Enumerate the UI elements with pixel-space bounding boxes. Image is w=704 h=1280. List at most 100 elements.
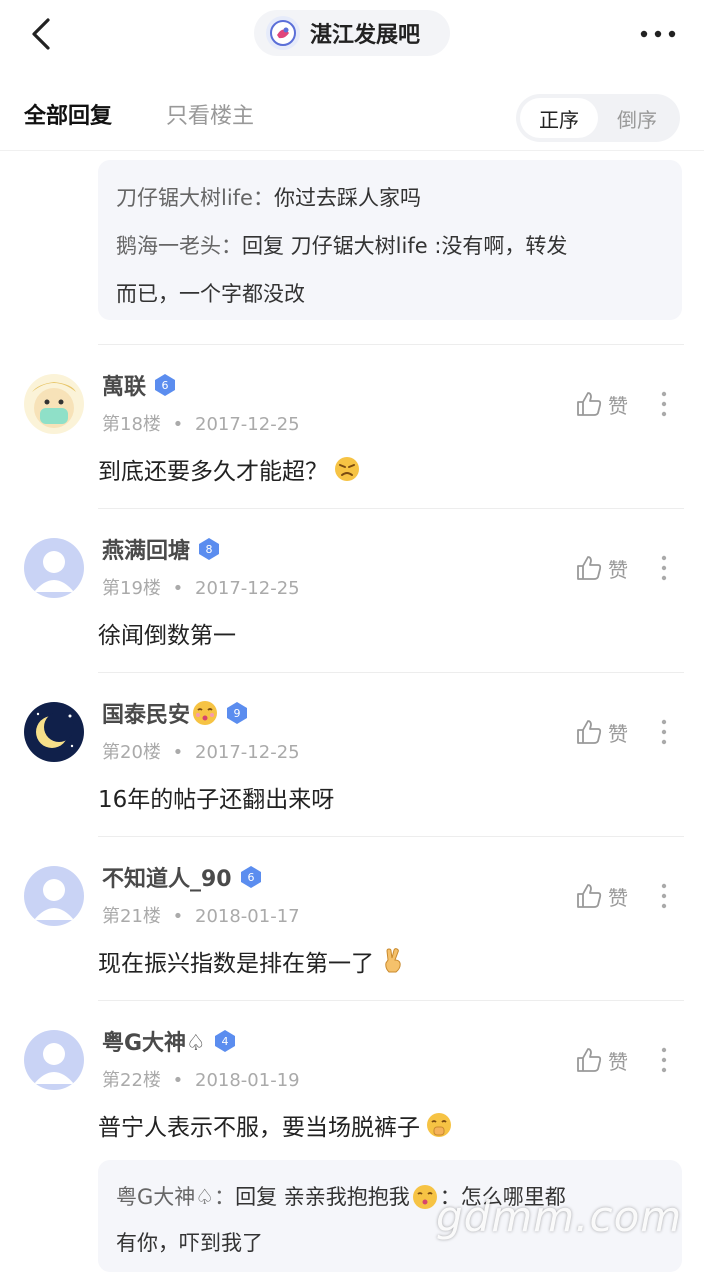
angry-emoji-icon: [335, 457, 359, 481]
comment-meta: 第19楼 • 2017-12-25: [102, 574, 300, 600]
meta-separator: •: [172, 578, 184, 599]
level-badge-icon: 9: [227, 702, 248, 724]
divider: [98, 1000, 684, 1001]
more-dots-icon[interactable]: [636, 16, 680, 52]
meta-separator: •: [172, 742, 184, 763]
like-label: 赞: [608, 721, 628, 746]
nested-reply-line: 而已，一个字都没改: [116, 270, 664, 318]
kiss-emoji-icon: [193, 701, 218, 725]
like-button[interactable]: 赞: [574, 386, 628, 422]
floor-number: 第18楼: [102, 414, 161, 435]
nested-reply-line: 鹅海一老头：回复 刀仔锯大树life :没有啊，转发: [116, 222, 664, 270]
comment-floor-19: 燕满回塘 8 第19楼 • 2017-12-25 赞 徐闻倒数第一: [0, 530, 704, 694]
nested-reply-box[interactable]: 刀仔锯大树life：你过去踩人家吗 鹅海一老头：回复 刀仔锯大树life :没有…: [98, 160, 682, 320]
meta-separator: •: [172, 1070, 184, 1091]
reply-text: 回复 亲亲我抱抱我: [235, 1185, 410, 1209]
username[interactable]: 国泰民安: [102, 697, 190, 729]
username-row: 粤G大神♤ 4: [102, 1024, 238, 1058]
comment-body: 徐闻倒数第一: [98, 616, 236, 650]
comment-meta: 第22楼 • 2018-01-19: [102, 1066, 300, 1092]
divider: [98, 508, 684, 509]
avatar[interactable]: [24, 538, 84, 598]
svg-text:4: 4: [221, 1035, 228, 1048]
sort-ascending-button[interactable]: 正序: [520, 98, 598, 138]
divider: [0, 150, 704, 151]
back-button[interactable]: [22, 12, 66, 56]
floor-number: 第19楼: [102, 578, 161, 599]
reply-author[interactable]: 鹅海一老头：: [116, 234, 242, 258]
level-badge-icon: 4: [214, 1030, 235, 1052]
username[interactable]: 粤G大神♤: [102, 1025, 206, 1057]
comment-meta: 第21楼 • 2018-01-17: [102, 902, 300, 928]
back-chevron-icon: [32, 18, 50, 50]
post-date: 2017-12-25: [195, 414, 300, 435]
reply-author[interactable]: 刀仔锯大树life：: [116, 186, 274, 210]
sort-descending-button[interactable]: 倒序: [598, 98, 676, 138]
avatar[interactable]: [24, 866, 84, 926]
level-badge-icon: 8: [199, 538, 220, 560]
reply-text: 你过去踩人家吗: [273, 186, 421, 210]
comment-floor-20: 国泰民安 9 第20楼 • 2017-12-25 赞 16年的帖子还翻出来呀: [0, 694, 704, 858]
like-label: 赞: [608, 1049, 628, 1074]
divider: [98, 672, 684, 673]
divider: [98, 836, 684, 837]
comment-body: 现在振兴指数是排在第一了: [98, 944, 406, 978]
like-button[interactable]: 赞: [574, 550, 628, 586]
comment-body: 到底还要多久才能超？: [98, 452, 360, 486]
like-button[interactable]: 赞: [574, 1042, 628, 1078]
more-vertical-icon[interactable]: [654, 712, 674, 752]
more-vertical-icon[interactable]: [654, 548, 674, 588]
comment-text: 普宁人表示不服，要当场脱裤子: [98, 1115, 420, 1141]
comment-floor-21: 不知道人_90 6 第21楼 • 2018-01-17 赞 现在振兴指数是排在第…: [0, 858, 704, 1022]
tab-owner-only[interactable]: 只看楼主: [166, 98, 254, 130]
avatar[interactable]: [24, 702, 84, 762]
more-vertical-icon[interactable]: [654, 876, 674, 916]
username[interactable]: 不知道人_90: [102, 861, 232, 893]
like-label: 赞: [608, 393, 628, 418]
level-badge-icon: 6: [155, 374, 176, 396]
more-vertical-icon[interactable]: [654, 1040, 674, 1080]
reply-text: 有你，吓到我了: [116, 1231, 263, 1255]
username[interactable]: 萬联: [102, 369, 146, 401]
comment-floor-22: 粤G大神♤ 4 第22楼 • 2018-01-19 赞 普宁人表示不服，要当场脱…: [0, 1022, 704, 1152]
tab-all-replies[interactable]: 全部回复: [24, 98, 112, 130]
username-row: 燕满回塘 8: [102, 532, 222, 566]
svg-text:6: 6: [247, 871, 254, 884]
like-label: 赞: [608, 557, 628, 582]
thumbs-up-icon: [577, 1048, 602, 1072]
like-button[interactable]: 赞: [574, 714, 628, 750]
like-button[interactable]: 赞: [574, 878, 628, 914]
floor-number: 第21楼: [102, 906, 161, 927]
username[interactable]: 燕满回塘: [102, 533, 190, 565]
thumbs-up-icon: [577, 392, 602, 416]
svg-text:9: 9: [234, 707, 241, 720]
forum-logo-icon: [266, 16, 300, 50]
more-vertical-icon[interactable]: [654, 384, 674, 424]
victory-hand-icon: [385, 948, 401, 973]
like-label: 赞: [608, 885, 628, 910]
forum-name: 湛江发展吧: [310, 23, 421, 48]
post-date: 2018-01-17: [195, 906, 300, 927]
avatar[interactable]: [24, 1030, 84, 1090]
username-row: 不知道人_90 6: [102, 860, 264, 894]
comment-text: 徐闻倒数第一: [98, 623, 236, 649]
comment-meta: 第20楼 • 2017-12-25: [102, 738, 300, 764]
reply-author[interactable]: 粤G大神♤：: [116, 1174, 235, 1220]
comment-body: 16年的帖子还翻出来呀: [98, 780, 334, 814]
reply-text: 而已，一个字都没改: [116, 282, 305, 306]
avatar[interactable]: [24, 374, 84, 434]
level-badge-icon: 6: [240, 866, 261, 888]
forum-name-pill[interactable]: 湛江发展吧: [254, 10, 450, 56]
watermark: gdmm.com: [436, 1192, 683, 1241]
kiss-emoji-icon: [412, 1185, 437, 1209]
comment-text: 到底还要多久才能超？: [98, 459, 328, 485]
svg-text:6: 6: [162, 379, 169, 392]
username-row: 国泰民安 9: [102, 696, 250, 730]
post-date: 2017-12-25: [195, 578, 300, 599]
thumbs-up-icon: [577, 884, 602, 908]
floor-number: 第20楼: [102, 742, 161, 763]
comment-text: 16年的帖子还翻出来呀: [98, 787, 335, 813]
post-date: 2018-01-19: [195, 1070, 300, 1091]
reply-text: 回复 刀仔锯大树life :没有啊，转发: [242, 234, 568, 258]
shy-emoji-icon: [427, 1113, 451, 1137]
